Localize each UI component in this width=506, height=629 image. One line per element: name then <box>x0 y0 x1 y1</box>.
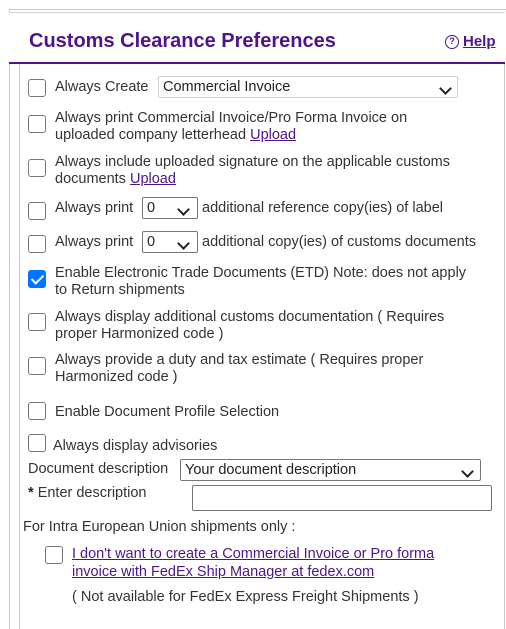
customs-copies-label-after: additional copy(ies) of customs document… <box>202 234 477 250</box>
chevron-down-icon <box>177 237 190 250</box>
question-circle-icon: ? <box>445 34 459 49</box>
additional-docs-checkbox[interactable] <box>28 313 46 331</box>
reference-copies-label-before: Always print <box>55 200 134 216</box>
always-create-select[interactable]: Commercial Invoice <box>158 76 458 98</box>
customs-copies-select[interactable]: 0 <box>142 231 198 253</box>
customs-copies-checkbox[interactable] <box>28 235 46 253</box>
eu-section-heading: For Intra European Union shipments only … <box>23 519 296 535</box>
signature-label-line1: Always include uploaded signature on the… <box>55 154 450 170</box>
letterhead-label-line2: uploaded company letterhead Upload <box>55 127 297 143</box>
etd-label-line1: Enable Electronic Trade Documents (ETD) … <box>55 265 467 281</box>
chevron-down-icon <box>439 82 452 95</box>
advisories-label: Always display advisories <box>53 438 218 454</box>
reference-copies-select-value: 0 <box>147 200 156 216</box>
letterhead-checkbox[interactable] <box>28 115 46 133</box>
etd-checkbox[interactable] <box>28 270 46 288</box>
letterhead-label-line1: Always print Commercial Invoice/Pro Form… <box>55 110 408 126</box>
etd-label-line2: to Return shipments <box>55 282 185 298</box>
eu-no-invoice-link-line1[interactable]: I don't want to create a Commercial Invo… <box>72 546 434 563</box>
duty-estimate-label-line2: Harmonized code ) <box>55 369 178 385</box>
eu-no-invoice-checkbox[interactable] <box>45 546 63 564</box>
document-description-select-value: Your document description <box>185 462 357 478</box>
document-profile-checkbox[interactable] <box>28 402 46 420</box>
signature-checkbox[interactable] <box>28 159 46 177</box>
chevron-down-icon <box>461 465 474 478</box>
eu-freight-note: ( Not available for FedEx Express Freigh… <box>72 589 419 605</box>
reference-copies-select[interactable]: 0 <box>142 197 198 219</box>
additional-docs-label-line1: Always display additional customs docume… <box>55 309 445 325</box>
duty-estimate-label-line1: Always provide a duty and tax estimate (… <box>55 352 424 368</box>
signature-upload-link[interactable]: Upload <box>130 171 176 187</box>
preferences-panel <box>19 64 505 629</box>
document-description-select[interactable]: Your document description <box>180 459 481 481</box>
help-link[interactable]: ? Help <box>445 33 496 50</box>
always-create-select-value: Commercial Invoice <box>163 79 291 95</box>
always-create-checkbox[interactable] <box>28 79 46 97</box>
letterhead-upload-link[interactable]: Upload <box>250 127 296 143</box>
document-description-label: Document description <box>28 461 169 477</box>
advisories-checkbox[interactable] <box>28 434 46 452</box>
page-title: Customs Clearance Preferences <box>29 30 336 52</box>
additional-docs-label-line2: proper Harmonized code ) <box>55 326 224 342</box>
reference-copies-label-after: additional reference copy(ies) of label <box>202 200 443 216</box>
reference-copies-checkbox[interactable] <box>28 202 46 220</box>
signature-label-line2: documents Upload <box>55 171 176 187</box>
document-profile-label: Enable Document Profile Selection <box>55 404 280 420</box>
description-input[interactable] <box>192 485 492 511</box>
customs-copies-select-value: 0 <box>147 234 156 250</box>
eu-no-invoice-link-line2[interactable]: invoice with FedEx Ship Manager at fedex… <box>72 564 374 581</box>
always-create-label: Always Create <box>55 79 149 95</box>
required-mark: * <box>28 485 34 501</box>
section-header: Customs Clearance Preferences ? Help <box>9 12 505 64</box>
duty-estimate-checkbox[interactable] <box>28 357 46 375</box>
customs-copies-label-before: Always print <box>55 234 134 250</box>
chevron-down-icon <box>177 203 190 216</box>
help-label[interactable]: Help <box>463 33 496 50</box>
enter-description-label: * Enter description <box>28 485 147 501</box>
